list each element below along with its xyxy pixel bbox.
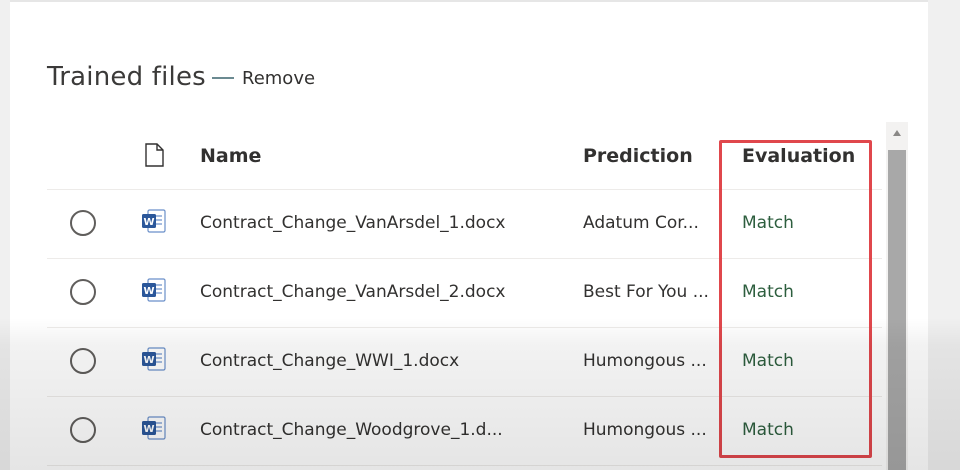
row-file-name[interactable]: Contract_Change_WWI_1.docx bbox=[200, 351, 459, 371]
column-header-prediction[interactable]: Prediction bbox=[583, 145, 693, 167]
column-header-name[interactable]: Name bbox=[200, 145, 261, 167]
row-select-radio[interactable] bbox=[70, 348, 96, 374]
word-doc-icon: W bbox=[142, 278, 166, 302]
row-select-radio[interactable] bbox=[70, 417, 96, 443]
row-file-name[interactable]: Contract_Change_Woodgrove_1.d... bbox=[200, 420, 503, 440]
minus-icon bbox=[212, 77, 234, 79]
svg-text:W: W bbox=[143, 424, 154, 435]
row-prediction: Humongous ... bbox=[583, 351, 707, 371]
row-prediction: Humongous ... bbox=[583, 420, 707, 440]
scroll-up-arrow-icon[interactable] bbox=[886, 122, 908, 144]
evaluation-column-highlight-box bbox=[719, 140, 872, 458]
svg-text:W: W bbox=[143, 286, 154, 297]
document-icon[interactable] bbox=[144, 143, 164, 167]
panel-top-divider bbox=[10, 0, 928, 2]
remove-label: Remove bbox=[242, 67, 316, 89]
vertical-scrollbar[interactable] bbox=[886, 122, 908, 470]
remove-button[interactable]: Remove bbox=[212, 66, 315, 90]
svg-text:W: W bbox=[143, 217, 154, 228]
row-prediction: Best For You ... bbox=[583, 282, 709, 302]
section-title: Trained files bbox=[47, 62, 206, 92]
row-file-name[interactable]: Contract_Change_VanArsdel_1.docx bbox=[200, 213, 506, 233]
svg-text:W: W bbox=[143, 355, 154, 366]
row-prediction: Adatum Cor... bbox=[583, 213, 699, 233]
row-select-radio[interactable] bbox=[70, 279, 96, 305]
word-doc-icon: W bbox=[142, 209, 166, 233]
word-doc-icon: W bbox=[142, 416, 166, 440]
scrollbar-thumb[interactable] bbox=[888, 150, 906, 470]
word-doc-icon: W bbox=[142, 347, 166, 371]
row-select-radio[interactable] bbox=[70, 210, 96, 236]
row-file-name[interactable]: Contract_Change_VanArsdel_2.docx bbox=[200, 282, 506, 302]
